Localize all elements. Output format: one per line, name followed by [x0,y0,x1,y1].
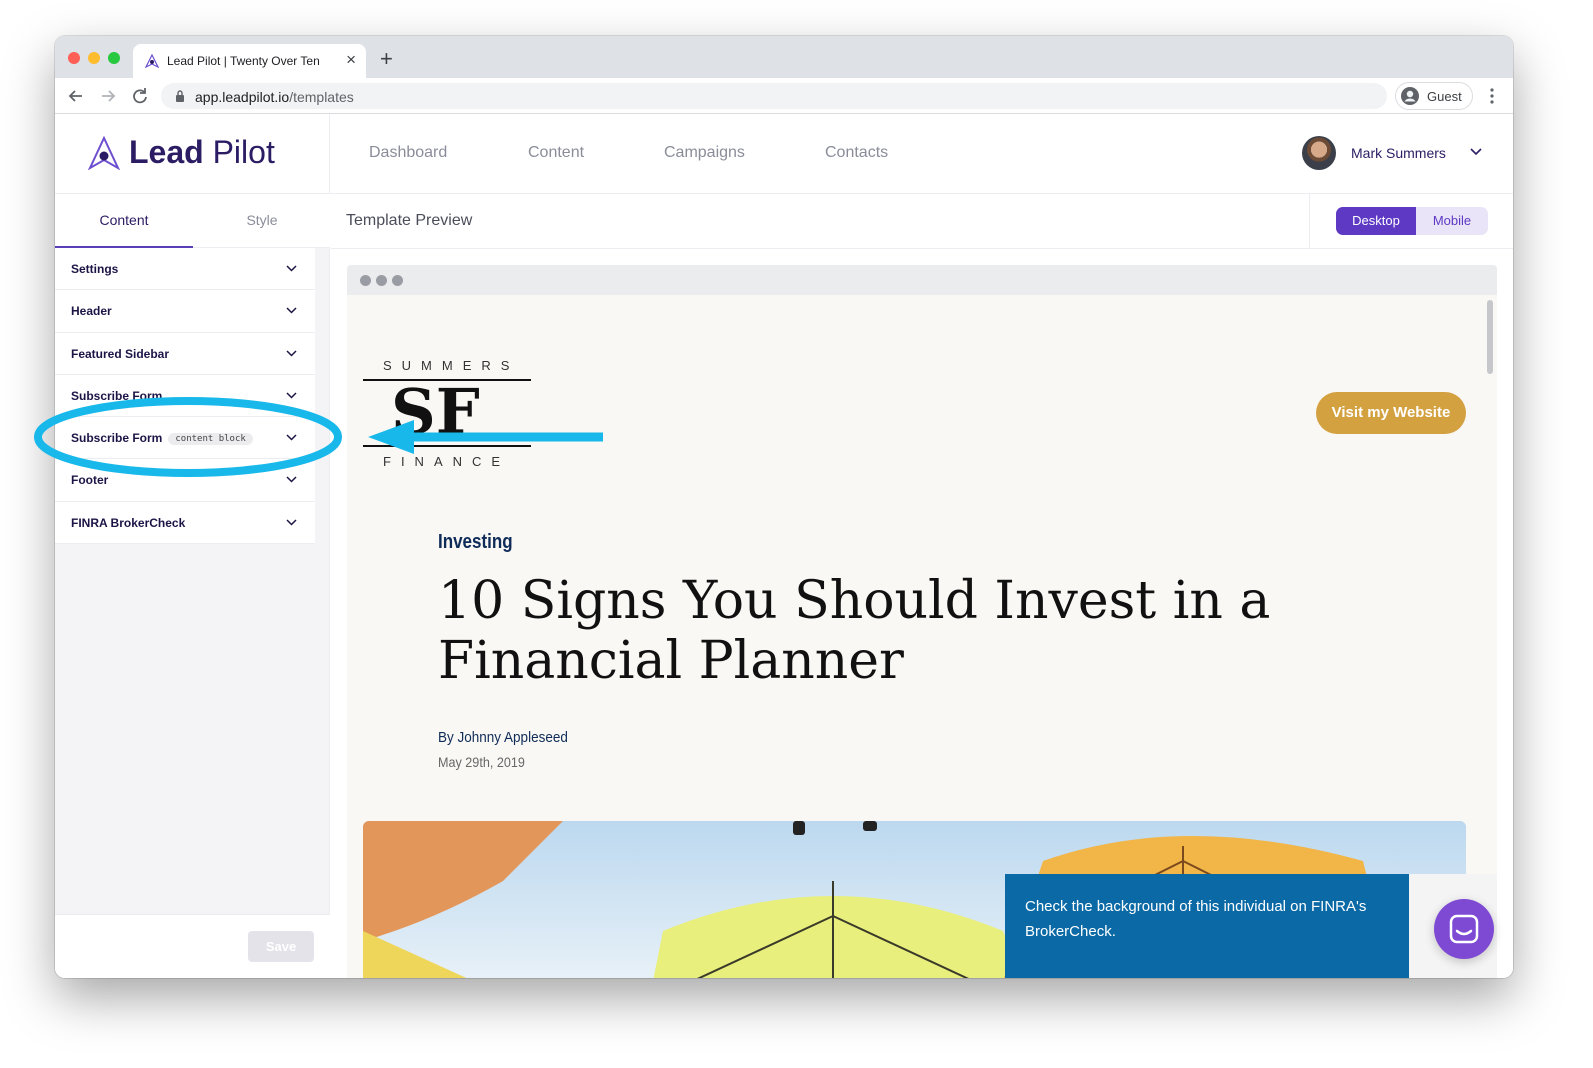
tab-content[interactable]: Content [55,194,193,248]
nav-dashboard[interactable]: Dashboard [369,144,447,162]
tab-close-icon[interactable]: × [346,50,356,70]
guest-avatar-icon [1401,87,1419,105]
article-date: May 29th, 2019 [438,754,525,770]
app-logo-text: Lead Pilot [129,134,275,171]
new-tab-button[interactable]: + [380,48,393,70]
back-arrow-icon[interactable] [65,85,87,107]
accordion-label: Featured Sidebar [71,346,170,361]
url-host: app.leadpilot.io [195,89,290,105]
logo-top-text: SUMMERS [383,358,519,373]
avatar [1302,136,1336,170]
minimize-window-button[interactable] [88,52,100,64]
nav-contacts[interactable]: Contacts [825,144,888,162]
preview-frame: SUMMERS SF FINANCE Visit my Website Inve… [347,265,1497,978]
save-button[interactable]: Save [248,931,314,962]
chat-launcher-button[interactable] [1434,899,1494,959]
lock-icon [176,90,184,102]
preview-frame-topbar [347,265,1497,295]
mobile-view-button[interactable]: Mobile [1416,207,1488,235]
page-title: Template Preview [346,212,473,229]
device-toggle: Desktop Mobile [1336,207,1488,235]
accordion-label: Settings [71,262,119,276]
user-name: Mark Summers [1351,145,1446,161]
app-header: Lead Pilot Dashboard Content Campaigns C… [55,114,1513,194]
nav-campaigns[interactable]: Campaigns [664,144,745,162]
tab-title: Lead Pilot | Twenty Over Ten [167,54,320,68]
browser-menu-icon[interactable] [1487,86,1497,106]
visit-website-button[interactable]: Visit my Website [1316,392,1466,434]
lead-pilot-logo-icon [88,136,120,170]
article-byline: By Johnny Appleseed [438,729,568,746]
lead-pilot-favicon-icon [145,54,159,68]
chevron-down-icon [286,307,297,314]
address-bar[interactable]: app.leadpilot.io/templates [161,83,1387,109]
preview-toolbar: Template Preview Desktop Mobile [331,194,1513,249]
desktop-view-button[interactable]: Desktop [1336,207,1416,235]
preview-dot [360,275,371,286]
maximize-window-button[interactable] [108,52,120,64]
finra-brokercheck-banner[interactable]: Check the background of this individual … [1005,874,1409,978]
editor-sidebar: Content Style Settings Header Featured S… [55,194,330,978]
sidebar-tabs: Content Style [55,194,330,248]
preview-scrollbar[interactable] [1487,300,1493,374]
accordion-item-finra-brokercheck[interactable]: FINRA BrokerCheck [55,502,315,545]
accordion-item-featured-sidebar[interactable]: Featured Sidebar [55,333,315,375]
preview-dot [392,275,403,286]
chevron-down-icon [1470,148,1482,156]
profile-button[interactable]: Guest [1395,82,1473,110]
chevron-down-icon [286,265,297,272]
template-preview: SUMMERS SF FINANCE Visit my Website Inve… [331,249,1513,978]
app-logo[interactable]: Lead Pilot [55,114,330,193]
highlight-ellipse [34,397,342,477]
logo-bold: Lead [129,134,204,170]
article-title: 10 Signs You Should Invest in a Financia… [438,571,1271,691]
logo-bottom-text: FINANCE [383,454,510,469]
forward-arrow-icon[interactable] [97,85,119,107]
sidebar-footer: Save [55,914,330,978]
accordion-label: FINRA BrokerCheck [71,515,186,530]
browser-window: Lead Pilot | Twenty Over Ten × + app.lea… [55,36,1513,978]
device-toggle-area: Desktop Mobile [1309,194,1513,249]
browser-tabstrip: Lead Pilot | Twenty Over Ten × + [55,36,1513,78]
url-path: /templates [289,89,354,105]
browser-toolbar: app.leadpilot.io/templates Guest [55,78,1513,114]
reload-icon[interactable] [129,85,151,107]
nav-content[interactable]: Content [528,144,584,162]
chevron-down-icon [286,519,297,526]
highlight-arrow-icon [368,420,603,454]
accordion-label: Header [71,304,112,319]
close-window-button[interactable] [68,52,80,64]
profile-label: Guest [1427,89,1462,104]
browser-tab[interactable]: Lead Pilot | Twenty Over Ten × [133,44,366,78]
chat-icon [1449,914,1479,944]
accordion-item-header[interactable]: Header [55,290,315,333]
article-category[interactable]: Investing [438,531,513,554]
url-text: app.leadpilot.io/templates [195,89,354,105]
preview-dot [376,275,387,286]
chevron-down-icon [286,350,297,357]
accordion-item-settings[interactable]: Settings [55,248,315,291]
tab-style[interactable]: Style [193,194,331,248]
logo-light: Pilot [203,134,275,170]
